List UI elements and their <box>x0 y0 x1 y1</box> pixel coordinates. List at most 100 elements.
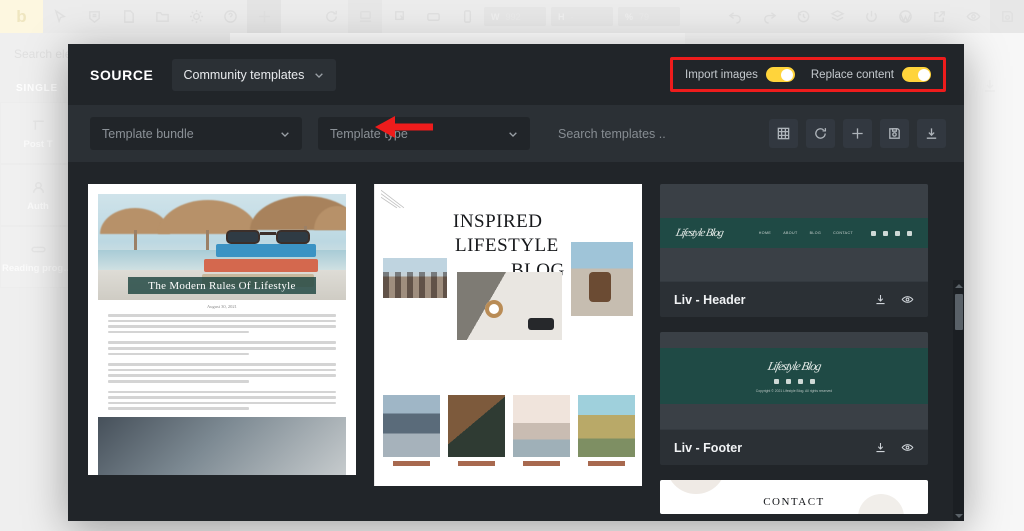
template-card-liv-header[interactable]: Lifestyle Blog HOME ABOUT BLOG CONTACT L… <box>660 184 928 317</box>
nav-item[interactable]: ABOUT <box>783 231 797 235</box>
canvas-zoom-field[interactable]: % 79 <box>618 7 680 26</box>
template-card-liv-footer[interactable]: Lifestyle Blog Copyright © 2021 Lifestyl… <box>660 332 928 465</box>
width-value: 992 <box>505 11 521 22</box>
sunglasses-graphic <box>226 228 310 244</box>
save-icon[interactable] <box>990 0 1024 33</box>
screen: b W 992 H - % 79 Search elements SINGLE … <box>0 0 1024 531</box>
wordpress-icon[interactable] <box>888 0 922 33</box>
liv-header-logo: Lifestyle Blog <box>674 227 725 239</box>
help-icon[interactable] <box>213 0 247 33</box>
replace-content-label: Replace content <box>810 68 894 81</box>
redo-icon[interactable] <box>752 0 786 33</box>
magazine-thumb <box>578 395 635 466</box>
element-label: Post T <box>23 138 53 150</box>
zoom-value: 79 <box>639 11 650 22</box>
import-images-switch[interactable] <box>765 67 795 82</box>
layers-icon[interactable] <box>820 0 854 33</box>
refresh-icon[interactable] <box>314 0 348 33</box>
template-card-blog-post[interactable]: The Modern Rules Of Lifestyle August 30,… <box>88 184 356 475</box>
history-icon[interactable] <box>786 0 820 33</box>
template-column-2: INSPIRED LIFESTYLE BLOG <box>374 184 642 521</box>
bricks-shield-icon[interactable] <box>77 0 111 33</box>
liv-header-social <box>871 230 912 236</box>
zoom-label: % <box>625 11 634 22</box>
template-name: Liv - Header <box>674 292 746 307</box>
tablet-icon[interactable] <box>416 0 450 33</box>
mobile-icon[interactable] <box>450 0 484 33</box>
external-link-icon[interactable] <box>922 0 956 33</box>
facebook-icon <box>785 379 791 384</box>
bricks-logo[interactable]: b <box>0 0 43 33</box>
download-icon[interactable] <box>874 293 887 306</box>
canvas-width-field[interactable]: W 992 <box>484 7 546 26</box>
laptop-icon[interactable] <box>382 0 416 33</box>
canvas-height-field[interactable]: H - <box>551 7 613 26</box>
nav-item[interactable]: HOME <box>759 231 771 235</box>
source-label: SOURCE <box>90 66 154 83</box>
magazine-photo-people <box>383 258 447 298</box>
blog-post-title-bar: The Modern Rules Of Lifestyle <box>128 277 316 294</box>
power-icon[interactable] <box>854 0 888 33</box>
preview-icon[interactable] <box>901 441 914 454</box>
twitter-icon <box>773 379 779 384</box>
element-author[interactable]: Auth <box>0 164 76 226</box>
replace-content-toggle[interactable]: Replace content <box>811 67 931 82</box>
template-bundle-select[interactable]: Template bundle <box>90 117 302 150</box>
template-bundle-value: Template bundle <box>102 126 194 141</box>
nav-item[interactable]: CONTACT <box>833 231 853 235</box>
instagram-icon <box>895 230 900 236</box>
scrollbar-thumb[interactable] <box>954 294 963 330</box>
grid-view-icon[interactable] <box>769 119 798 148</box>
add-element-icon[interactable] <box>247 0 281 33</box>
liv-header-nav: HOME ABOUT BLOG CONTACT <box>759 231 853 235</box>
plus-icon[interactable] <box>843 119 872 148</box>
gear-icon[interactable] <box>179 0 213 33</box>
download-icon[interactable] <box>917 119 946 148</box>
element-reading-progress[interactable]: Reading progre... <box>0 226 76 288</box>
element-label: Auth <box>27 200 49 212</box>
facebook-icon <box>883 230 888 236</box>
magazine-thumb <box>448 395 505 466</box>
templates-grid[interactable]: The Modern Rules Of Lifestyle August 30,… <box>68 162 964 521</box>
source-select[interactable]: Community templates <box>171 58 337 91</box>
undo-icon[interactable] <box>718 0 752 33</box>
scroll-up-icon[interactable] <box>954 281 963 290</box>
magazine-thumb <box>513 395 570 466</box>
modal-header: SOURCE Community templates Import images… <box>68 44 964 138</box>
element-post-title[interactable]: Post T <box>0 102 76 164</box>
folder-icon[interactable] <box>145 0 179 33</box>
template-column-1: The Modern Rules Of Lifestyle August 30,… <box>88 184 356 521</box>
template-card-contact[interactable]: CONTACT <box>660 480 928 514</box>
magazine-thumb <box>383 395 440 466</box>
page-icon[interactable] <box>111 0 145 33</box>
template-card-magazine[interactable]: INSPIRED LIFESTYLE BLOG <box>374 184 642 486</box>
magazine-photo-street <box>571 242 633 316</box>
author-icon <box>32 181 44 193</box>
replace-content-switch[interactable] <box>902 67 931 82</box>
blog-body-image <box>98 416 346 475</box>
cursor-icon[interactable] <box>43 0 77 33</box>
switch-knob <box>917 68 930 81</box>
save-template-icon[interactable] <box>880 119 909 148</box>
import-images-toggle[interactable]: Import images <box>685 67 795 82</box>
corner-lines-decoration <box>381 189 405 209</box>
liv-footer-logo: Lifestyle Blog <box>766 359 822 373</box>
height-value: - <box>570 11 574 22</box>
blog-hero-image: The Modern Rules Of Lifestyle <box>98 194 346 300</box>
refresh-icon[interactable] <box>806 119 835 148</box>
desktop-icon[interactable] <box>348 0 382 33</box>
eye-icon[interactable] <box>956 0 990 33</box>
search-templates-input[interactable]: Search templates .. <box>546 127 753 141</box>
blog-post-title: The Modern Rules Of Lifestyle <box>148 279 296 292</box>
modal-scrollbar[interactable] <box>953 280 964 521</box>
magazine-photo-row <box>383 395 635 466</box>
contact-preview: CONTACT <box>660 480 928 514</box>
annotation-arrow <box>375 116 433 138</box>
preview-icon[interactable] <box>901 293 914 306</box>
source-select-value: Community templates <box>183 67 305 82</box>
canvas-download-icon[interactable] <box>982 78 998 99</box>
scroll-down-icon[interactable] <box>954 511 963 520</box>
nav-item[interactable]: BLOG <box>810 231 822 235</box>
download-icon[interactable] <box>874 441 887 454</box>
template-column-3: Lifestyle Blog HOME ABOUT BLOG CONTACT L… <box>660 184 928 521</box>
